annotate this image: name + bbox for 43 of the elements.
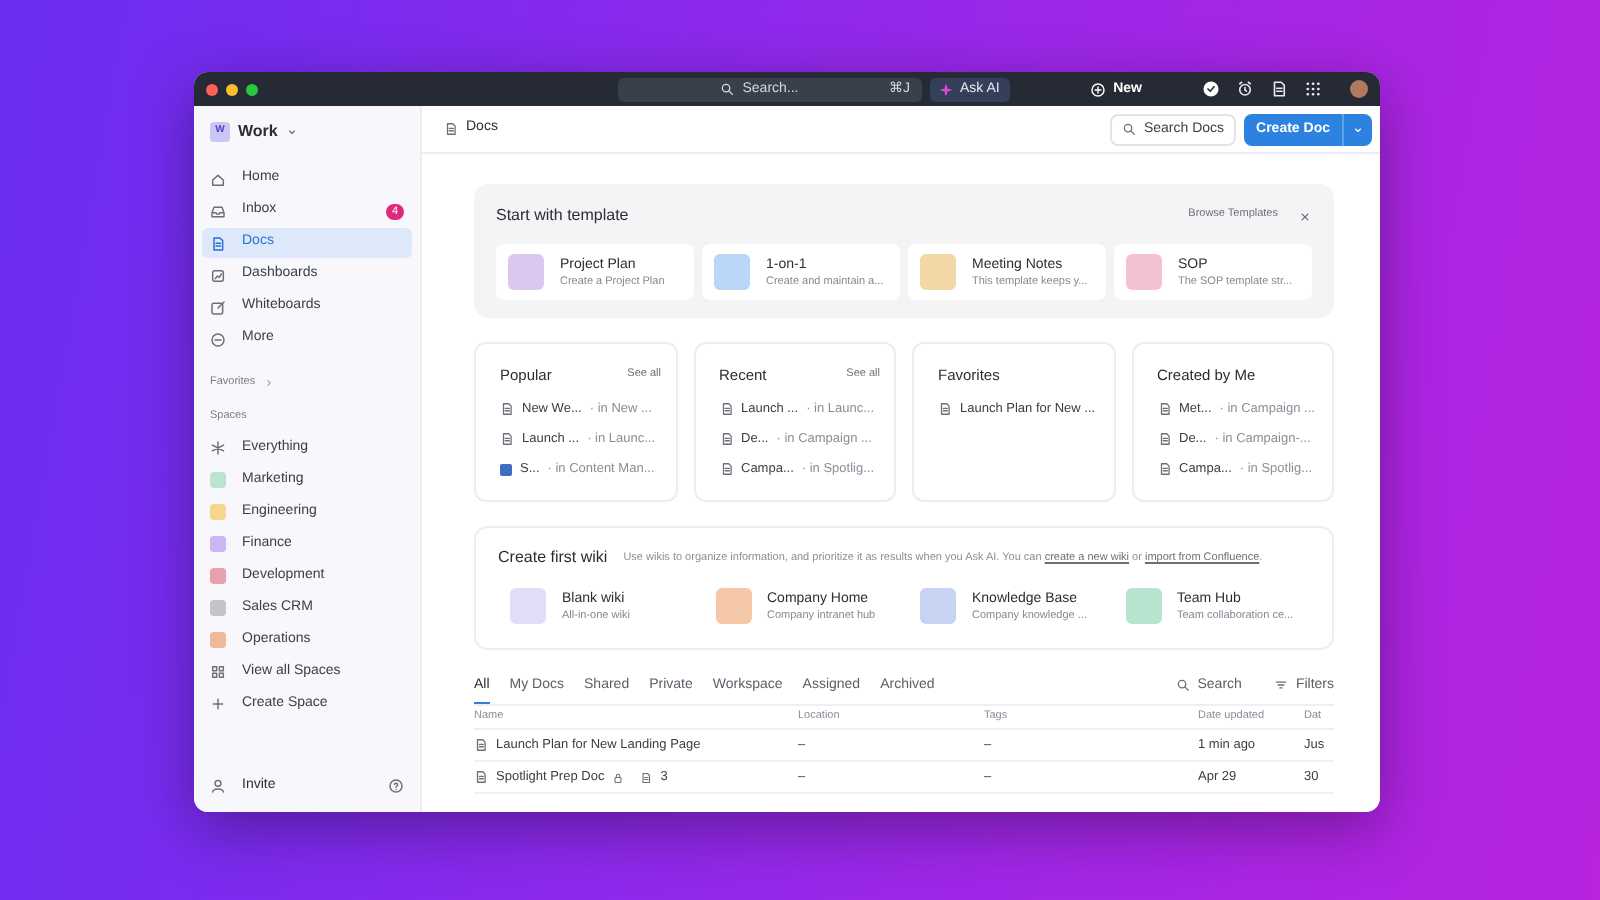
sparkle-icon — [940, 83, 952, 95]
more-icon — [210, 331, 226, 347]
search-icon — [1121, 122, 1136, 136]
grid-icon — [210, 664, 226, 680]
document-icon — [719, 432, 733, 447]
space-icon — [500, 463, 512, 476]
document-icon — [474, 770, 488, 784]
help-icon[interactable] — [388, 778, 404, 794]
plus-circle-icon — [1089, 81, 1106, 97]
dropdown-button[interactable] — [1342, 113, 1372, 145]
document-icon — [1157, 432, 1171, 447]
document-icon — [719, 402, 733, 417]
check-circle-icon[interactable] — [1202, 80, 1220, 98]
asterisk-icon — [210, 440, 226, 456]
search-icon — [720, 82, 735, 96]
person-icon — [210, 778, 226, 794]
chevron-down-icon — [285, 126, 298, 138]
document-icon — [210, 235, 226, 251]
caret-icon — [1352, 123, 1364, 135]
plus-icon — [210, 696, 226, 712]
document-icon — [500, 402, 514, 417]
document-icon — [500, 432, 514, 447]
document-icon — [444, 122, 458, 136]
section-title: Start with template — [496, 204, 629, 228]
document-icon — [474, 738, 488, 752]
avatar-icon[interactable] — [1350, 80, 1368, 98]
chevron-right-icon — [263, 377, 274, 388]
document-icon — [1157, 462, 1171, 477]
chart-icon — [210, 267, 226, 283]
document-icon — [938, 402, 952, 417]
inbox-icon — [210, 203, 226, 219]
filter-icon — [1273, 678, 1288, 692]
document-icon — [640, 771, 653, 783]
section-title: Create first wiki — [498, 546, 608, 570]
document-icon — [1157, 402, 1171, 417]
alarm-clock-icon[interactable] — [1236, 80, 1254, 98]
whiteboard-icon — [210, 299, 226, 315]
search-icon — [1175, 678, 1190, 692]
home-icon — [210, 171, 226, 187]
document-icon — [719, 462, 733, 477]
document-icon[interactable] — [1270, 80, 1288, 98]
apps-grid-icon[interactable] — [1304, 80, 1322, 98]
close-icon[interactable] — [1298, 209, 1312, 223]
